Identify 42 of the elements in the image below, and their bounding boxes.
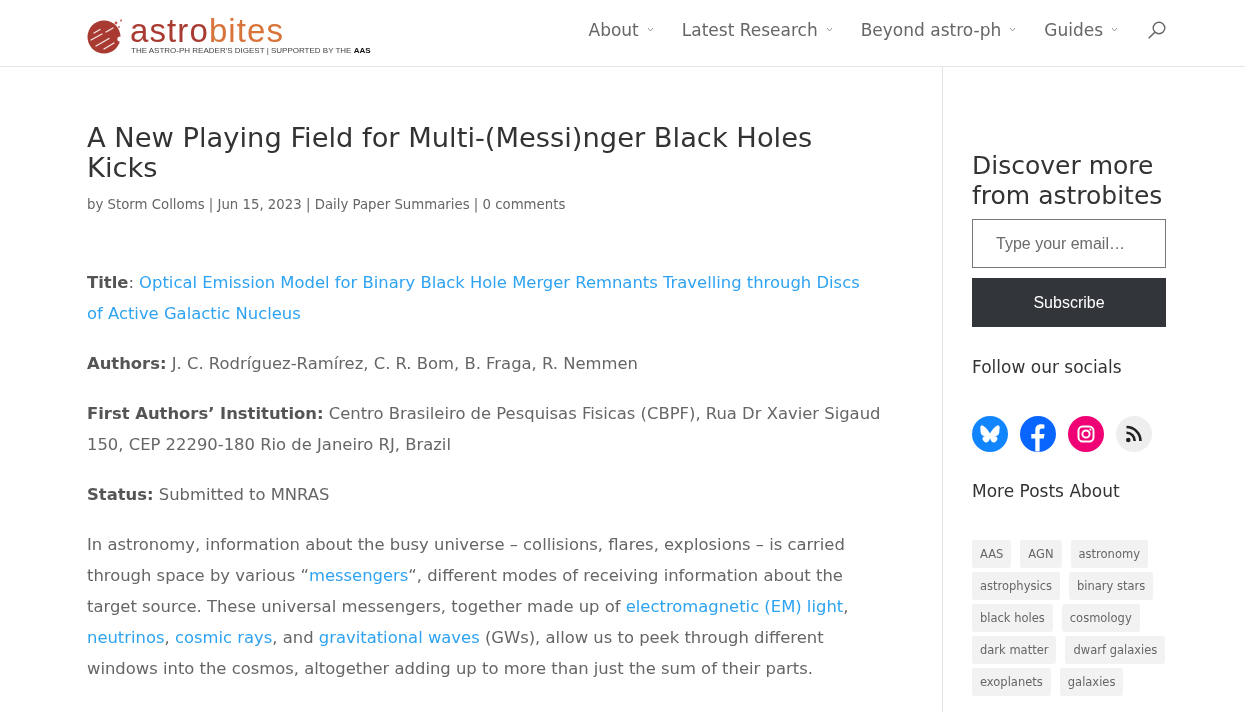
logo-wordmark[interactable]: astrobites xyxy=(130,16,371,46)
body-paragraph: First Authors’ Institution: Centro Brasileiro de Pesquisas Fisicas (CBPF), Rua Dr Xavier Sigaud 150, CEP 22290-180 Rio de Janeiro RJ, Brazil xyxy=(87,403,882,456)
logo-tagline: THE ASTRO-PH READER'S DIGEST | SUPPORTED BY THE AAS xyxy=(131,46,371,56)
text-link[interactable]: gravitational waves xyxy=(318,628,480,647)
post-title: A New Playing Field for Multi-(Messi)nger Black Holes Kicks xyxy=(87,123,814,183)
tag-link[interactable]: exoplanets xyxy=(972,668,1051,696)
text-link[interactable]: electromagnetic (EM) light xyxy=(625,597,844,616)
rss-feed-icon[interactable] xyxy=(1116,416,1152,452)
nav-link[interactable]: Latest Research xyxy=(681,19,833,40)
f-logo-icon[interactable] xyxy=(1020,416,1056,452)
text-link[interactable]: of Active Galactic Nucleus xyxy=(87,304,301,323)
tags-heading: More Posts About xyxy=(972,480,1120,503)
body-paragraph: Authors: J. C. Rodríguez-Ramírez, C. R. Bom, B. Fraga, R. Nemmen xyxy=(87,353,639,375)
tag-link[interactable]: black holes xyxy=(972,604,1053,632)
text-link[interactable]: neutrinos xyxy=(87,628,165,647)
body-paragraph: Title: Optical Emission Model for Binary Black Hole Merger Remnants Travelling through Discs of Active Galactic Nucleus xyxy=(87,272,861,325)
tag-link[interactable]: AAS xyxy=(972,540,1012,568)
text-link[interactable]: cosmic rays xyxy=(174,628,273,647)
nav-link[interactable]: Guides xyxy=(1044,19,1118,40)
nav-link[interactable]: Beyond astro-ph xyxy=(860,19,1017,40)
tag-link[interactable]: AGN xyxy=(1020,540,1062,568)
search-icon[interactable] xyxy=(1148,20,1166,39)
body-paragraph: In astronomy, information about the busy universe – collisions, flares, explosions – is carried through space by various “messengers“, different modes of receiving information about the target source. These universal messengers, together made up of electromagnetic (EM) light, neutrinos, cosmic rays, and gravitational waves (GWs), allow us to peek through different windows into the cosmos, altogether adding up to more than just the sum of their parts. xyxy=(87,534,850,680)
subscribe-heading: Discover more from astrobites xyxy=(972,151,1164,211)
tag-link[interactable]: binary stars xyxy=(1068,572,1154,600)
tag-link[interactable]: galaxies xyxy=(1059,668,1124,696)
butterfly-icon[interactable] xyxy=(972,416,1008,452)
planet-icon[interactable] xyxy=(87,18,125,54)
body-paragraph: Status: Submitted to MNRAS xyxy=(87,484,331,506)
tag-link[interactable]: astrophysics xyxy=(972,572,1060,600)
socials-heading: Follow our socials xyxy=(972,356,1122,379)
text-link[interactable]: Optical Emission Model for Binary Black Hole Merger Remnants Travelling through Discs xyxy=(139,273,860,292)
tag-link[interactable]: cosmology xyxy=(1061,604,1140,632)
tag-link[interactable]: dwarf galaxies xyxy=(1065,636,1166,664)
post-meta: by Storm Colloms | Jun 15, 2023 | Daily Paper Summaries | 0 comments xyxy=(87,196,567,215)
camera-icon[interactable] xyxy=(1068,416,1104,452)
tag-link[interactable]: astronomy xyxy=(1070,540,1148,568)
nav-link[interactable]: About xyxy=(588,19,654,40)
tag-link[interactable]: dark matter xyxy=(972,636,1057,664)
text-link[interactable]: messengers xyxy=(308,566,409,585)
subscribe-button[interactable]: Subscribe xyxy=(972,278,1166,327)
email-field[interactable]: Type your email… xyxy=(972,219,1166,268)
